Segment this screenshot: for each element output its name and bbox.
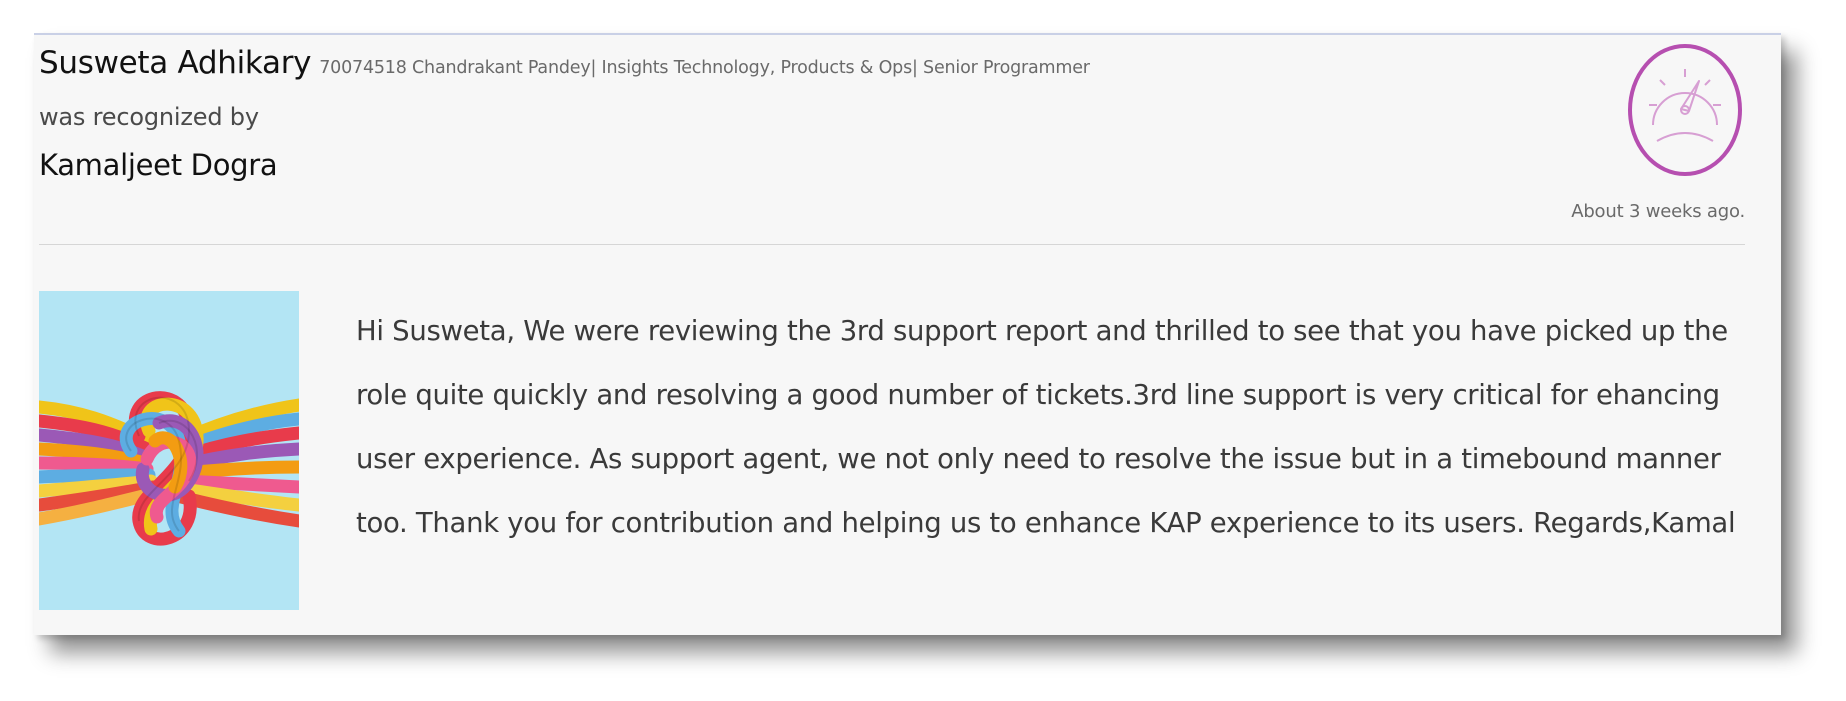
- recognition-message: Hi Susweta, We were reviewing the 3rd su…: [356, 299, 1756, 555]
- recognition-card: Susweta Adhikary 70074518 Chandrakant Pa…: [34, 33, 1781, 635]
- message-line: too. Thank you for contribution and help…: [356, 507, 1736, 539]
- message-line: user experience. As support agent, we no…: [356, 443, 1721, 475]
- speedometer-icon: [1627, 43, 1743, 177]
- divider: [39, 244, 1745, 245]
- giver-name[interactable]: Kamaljeet Dogra: [39, 148, 278, 182]
- timestamp: About 3 weeks ago.: [1571, 201, 1745, 222]
- message-line: Hi Susweta, We were reviewing the 3rd su…: [356, 315, 1728, 347]
- recipient-details: 70074518 Chandrakant Pandey| Insights Te…: [319, 58, 1090, 78]
- recipient-line: Susweta Adhikary 70074518 Chandrakant Pa…: [39, 45, 1090, 81]
- recipient-name[interactable]: Susweta Adhikary: [39, 45, 312, 81]
- recognized-by-label: was recognized by: [39, 103, 259, 131]
- knotted-ropes-image: [39, 291, 299, 610]
- message-line: role quite quickly and resolving a good …: [356, 379, 1720, 411]
